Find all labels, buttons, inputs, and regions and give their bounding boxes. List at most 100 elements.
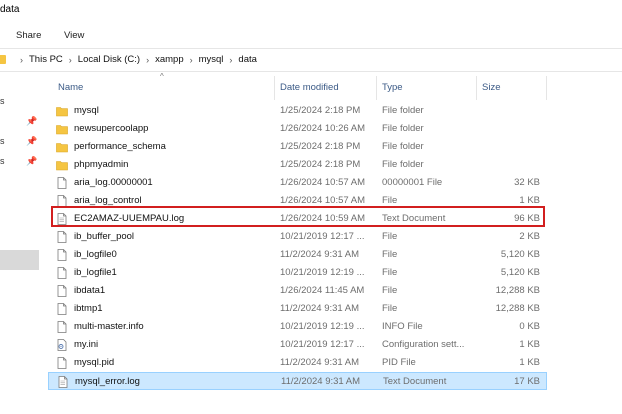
- file-size: 17 KB: [514, 376, 540, 387]
- breadcrumb-local-disk[interactable]: Local Disk (C:): [78, 54, 140, 65]
- column-divider[interactable]: [476, 76, 477, 100]
- file-type: INFO File: [382, 321, 423, 332]
- file-date-modified: 1/25/2024 2:18 PM: [280, 159, 361, 170]
- file-type: File: [382, 231, 398, 242]
- ribbon-tabs: Share View: [0, 24, 622, 46]
- file-name: phpmyadmin: [74, 159, 129, 170]
- file-name: ib_logfile1: [74, 267, 117, 278]
- file-type: Configuration sett...: [382, 339, 465, 350]
- folder-icon: [56, 123, 68, 135]
- file-row[interactable]: newsupercoolapp 1/26/2024 10:26 AM File fo…: [48, 120, 546, 138]
- file-type: PID File: [382, 357, 416, 368]
- file-type: File: [382, 303, 398, 314]
- file-name: ibtmp1: [74, 303, 103, 314]
- column-size[interactable]: Size: [482, 82, 500, 93]
- file-size: 1 KB: [519, 339, 540, 350]
- file-size: 5,120 KB: [500, 267, 540, 278]
- navigation-pane: s 📌 s 📌 s 📌: [0, 72, 44, 414]
- file-row[interactable]: ibtmp1 11/2/2024 9:31 AM File 12,288 KB: [48, 300, 546, 318]
- nav-item-1[interactable]: s: [0, 96, 5, 106]
- column-divider[interactable]: [274, 76, 275, 100]
- file-type: File folder: [382, 141, 424, 152]
- file-size: 0 KB: [519, 321, 540, 332]
- chevron-right-icon: ›: [146, 54, 150, 65]
- nav-item-2[interactable]: s: [0, 136, 5, 146]
- file-date-modified: 1/25/2024 2:18 PM: [280, 141, 361, 152]
- file-size: 12,288 KB: [495, 303, 540, 314]
- file-row[interactable]: aria_log.00000001 1/26/2024 10:57 AM 00000…: [48, 174, 546, 192]
- nav-item-selected[interactable]: [0, 250, 39, 270]
- file-date-modified: 1/25/2024 2:18 PM: [280, 105, 361, 116]
- chevron-right-icon: ›: [189, 54, 193, 65]
- text-document-icon: [56, 213, 68, 225]
- file-row[interactable]: performance_schema 1/25/2024 2:18 PM File …: [48, 138, 546, 156]
- file-date-modified: 1/26/2024 10:26 AM: [280, 123, 366, 134]
- folder-icon: [56, 141, 68, 153]
- file-row[interactable]: ib_buffer_pool 10/21/2019 12:17 ... File 2 …: [48, 228, 546, 246]
- file-date-modified: 11/2/2024 9:31 AM: [281, 376, 361, 387]
- column-header-row: ^ Name Date modified Type Size: [44, 72, 622, 102]
- file-row[interactable]: mysql.pid 11/2/2024 9:31 AM PID File 1 KB: [48, 354, 546, 372]
- text-document-icon: [57, 376, 69, 388]
- file-icon: [56, 321, 68, 333]
- file-size: 96 KB: [514, 213, 540, 224]
- file-icon: [56, 195, 68, 207]
- nav-item-3[interactable]: s: [0, 156, 5, 166]
- breadcrumb-data[interactable]: data: [238, 54, 257, 65]
- file-name: aria_log.00000001: [74, 177, 153, 188]
- breadcrumb: › This PC › Local Disk (C:) › xampp › my…: [14, 54, 257, 65]
- column-name[interactable]: Name: [58, 82, 83, 93]
- file-type: File: [382, 249, 398, 260]
- file-type: File: [382, 285, 398, 296]
- breadcrumb-this-pc[interactable]: This PC: [29, 54, 63, 65]
- pin-icon: 📌: [26, 116, 38, 126]
- column-divider[interactable]: [546, 76, 547, 100]
- tab-share[interactable]: Share: [16, 30, 41, 41]
- file-type: Text Document: [382, 213, 446, 224]
- file-row[interactable]: multi-master.info 10/21/2019 12:19 ... INF…: [48, 318, 546, 336]
- chevron-right-icon: ›: [20, 54, 23, 65]
- file-name: mysql.pid: [74, 357, 115, 368]
- file-size: 5,120 KB: [500, 249, 540, 260]
- file-row[interactable]: mysql_error.log 11/2/2024 9:31 AM Text Doc…: [48, 372, 547, 390]
- file-row[interactable]: aria_log_control 1/26/2024 10:57 AM File 1 …: [48, 192, 546, 210]
- file-name: mysql: [74, 105, 99, 116]
- file-type: Text Document: [383, 376, 447, 387]
- file-size: 12,288 KB: [495, 285, 540, 296]
- file-row[interactable]: mysql 1/25/2024 2:18 PM File folder: [48, 102, 546, 120]
- file-size: 1 KB: [519, 195, 540, 206]
- window-title: data: [0, 4, 20, 15]
- pin-icon: 📌: [26, 156, 38, 166]
- folder-icon: [56, 105, 68, 117]
- file-row[interactable]: my.ini 10/21/2019 12:17 ... Configuration …: [48, 336, 546, 354]
- file-row[interactable]: phpmyadmin 1/25/2024 2:18 PM File folder: [48, 156, 546, 174]
- address-bar[interactable]: › This PC › Local Disk (C:) › xampp › my…: [0, 48, 622, 72]
- file-size: 2 KB: [519, 231, 540, 242]
- file-name: ib_logfile0: [74, 249, 117, 260]
- file-size: 32 KB: [514, 177, 540, 188]
- file-type: File folder: [382, 105, 424, 116]
- file-type: File folder: [382, 123, 424, 134]
- config-file-icon: [56, 339, 68, 351]
- column-date-modified[interactable]: Date modified: [280, 82, 339, 93]
- file-name: EC2AMAZ-UUEMPAU.log: [74, 213, 185, 224]
- file-icon: [56, 177, 68, 189]
- title-bar: data: [0, 0, 622, 22]
- column-type[interactable]: Type: [382, 82, 403, 93]
- file-date-modified: 10/21/2019 12:19 ...: [280, 267, 365, 278]
- file-type: 00000001 File: [382, 177, 443, 188]
- file-row[interactable]: ib_logfile0 11/2/2024 9:31 AM File 5,120 KB: [48, 246, 546, 264]
- file-icon: [56, 303, 68, 315]
- breadcrumb-mysql[interactable]: mysql: [199, 54, 224, 65]
- tab-view[interactable]: View: [64, 30, 84, 41]
- file-icon: [56, 231, 68, 243]
- file-date-modified: 11/2/2024 9:31 AM: [280, 303, 360, 314]
- file-row[interactable]: ibdata1 1/26/2024 11:45 AM File 12,288 KB: [48, 282, 546, 300]
- file-name: newsupercoolapp: [74, 123, 149, 134]
- file-name: performance_schema: [74, 141, 166, 152]
- breadcrumb-xampp[interactable]: xampp: [155, 54, 184, 65]
- column-divider[interactable]: [376, 76, 377, 100]
- file-row[interactable]: ib_logfile1 10/21/2019 12:19 ... File 5,120…: [48, 264, 546, 282]
- file-date-modified: 1/26/2024 10:57 AM: [280, 195, 366, 206]
- file-row[interactable]: EC2AMAZ-UUEMPAU.log 1/26/2024 10:59 AM Tex…: [48, 210, 546, 228]
